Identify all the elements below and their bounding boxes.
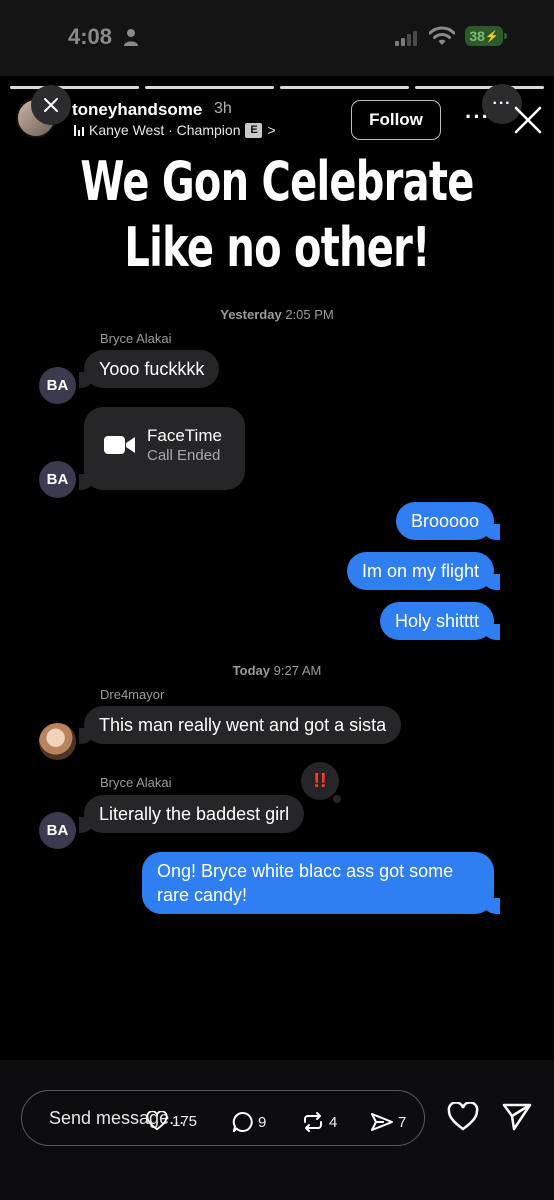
- progress-segment: [10, 86, 139, 89]
- cellular-signal-icon: [395, 30, 417, 46]
- contact-photo-avatar[interactable]: [39, 723, 76, 760]
- outgoing-message[interactable]: Im on my flight: [346, 552, 501, 590]
- timestamp-day: Today: [232, 663, 270, 678]
- sender-name: Bryce Alakai: [100, 775, 172, 790]
- comments-value: 9: [258, 1113, 267, 1131]
- contact-avatar[interactable]: BA: [39, 461, 76, 498]
- ellipsis-icon: ···: [492, 95, 512, 112]
- status-time: 4:08: [68, 24, 113, 49]
- battery-level: 38: [469, 28, 485, 44]
- story-viewer[interactable]: toneyhandsome 3h Kanye West · Champion E…: [0, 76, 554, 1060]
- headline-line-2: Like no other!: [124, 216, 430, 279]
- video-camera-icon: [104, 436, 135, 454]
- heart-outline-icon: [146, 1111, 168, 1131]
- shares-value: 7: [398, 1113, 407, 1131]
- like-heart-icon[interactable]: [447, 1102, 479, 1132]
- battery-indicator: 38 ⚡: [465, 26, 507, 46]
- dismiss-overlay-button[interactable]: [31, 85, 71, 125]
- timestamp-today: Today 9:27 AM: [0, 663, 554, 678]
- facetime-status: Call Ended: [147, 447, 221, 464]
- contact-avatar[interactable]: BA: [39, 812, 76, 849]
- close-icon: [44, 98, 58, 112]
- timestamp-day: Yesterday: [220, 307, 282, 322]
- close-story-icon[interactable]: [513, 105, 543, 135]
- person-icon: [124, 29, 138, 46]
- share-icon: [371, 1113, 393, 1131]
- progress-segment: [145, 86, 274, 89]
- message-input[interactable]: Send message...: [21, 1090, 425, 1146]
- explicit-badge: E: [245, 122, 263, 138]
- reposts-count[interactable]: 4: [301, 1111, 337, 1133]
- likes-count[interactable]: 175: [146, 1111, 197, 1131]
- outgoing-message[interactable]: Holy shitttt: [379, 602, 501, 640]
- facetime-call-card[interactable]: FaceTime Call Ended: [79, 407, 245, 490]
- emphasis-reaction-icon[interactable]: !!: [301, 762, 341, 803]
- progress-segment: [415, 86, 544, 89]
- chevron-right-icon: >: [267, 122, 276, 138]
- repost-icon: [304, 1112, 322, 1132]
- story-reply-bar: Send message... 175 9 4 7: [0, 1060, 554, 1200]
- progress-segment: [280, 86, 409, 89]
- charging-bolt-icon: ⚡: [484, 30, 499, 43]
- incoming-message[interactable]: This man really went and got a sista: [78, 706, 402, 744]
- follow-button[interactable]: Follow: [351, 100, 441, 140]
- status-bar: 4:08 38 ⚡: [0, 0, 554, 76]
- shares-count[interactable]: 7: [370, 1111, 406, 1133]
- outgoing-message[interactable]: Brooooo: [395, 502, 501, 540]
- audio-bars-icon: [74, 124, 84, 136]
- story-username[interactable]: toneyhandsome: [72, 100, 202, 120]
- incoming-message[interactable]: Yooo fuckkkk: [78, 350, 220, 388]
- outgoing-message[interactable]: Ong! Bryce white blacc ass got some rare…: [142, 852, 500, 914]
- music-attribution[interactable]: Kanye West · Champion E >: [74, 122, 276, 138]
- sender-name: Bryce Alakai: [100, 331, 172, 346]
- story-progress: [10, 86, 544, 89]
- reposts-value: 4: [329, 1113, 338, 1131]
- send-icon[interactable]: [502, 1103, 532, 1131]
- story-time-ago: 3h: [214, 100, 232, 117]
- music-title: Kanye West · Champion: [89, 122, 241, 138]
- comment-bubble-icon: [232, 1111, 253, 1132]
- incoming-message[interactable]: Literally the baddest girl: [78, 795, 305, 833]
- likes-value: 175: [172, 1112, 198, 1130]
- timestamp-yesterday: Yesterday 2:05 PM: [0, 307, 554, 322]
- comments-count[interactable]: 9: [232, 1111, 266, 1133]
- timestamp-time: 9:27 AM: [273, 663, 322, 678]
- timestamp-time: 2:05 PM: [285, 307, 334, 322]
- contact-avatar[interactable]: BA: [39, 367, 76, 404]
- sender-name: Dre4mayor: [100, 687, 165, 702]
- facetime-title: FaceTime: [147, 426, 222, 445]
- headline-line-1: We Gon Celebrate: [80, 150, 474, 213]
- wifi-icon: [429, 26, 455, 45]
